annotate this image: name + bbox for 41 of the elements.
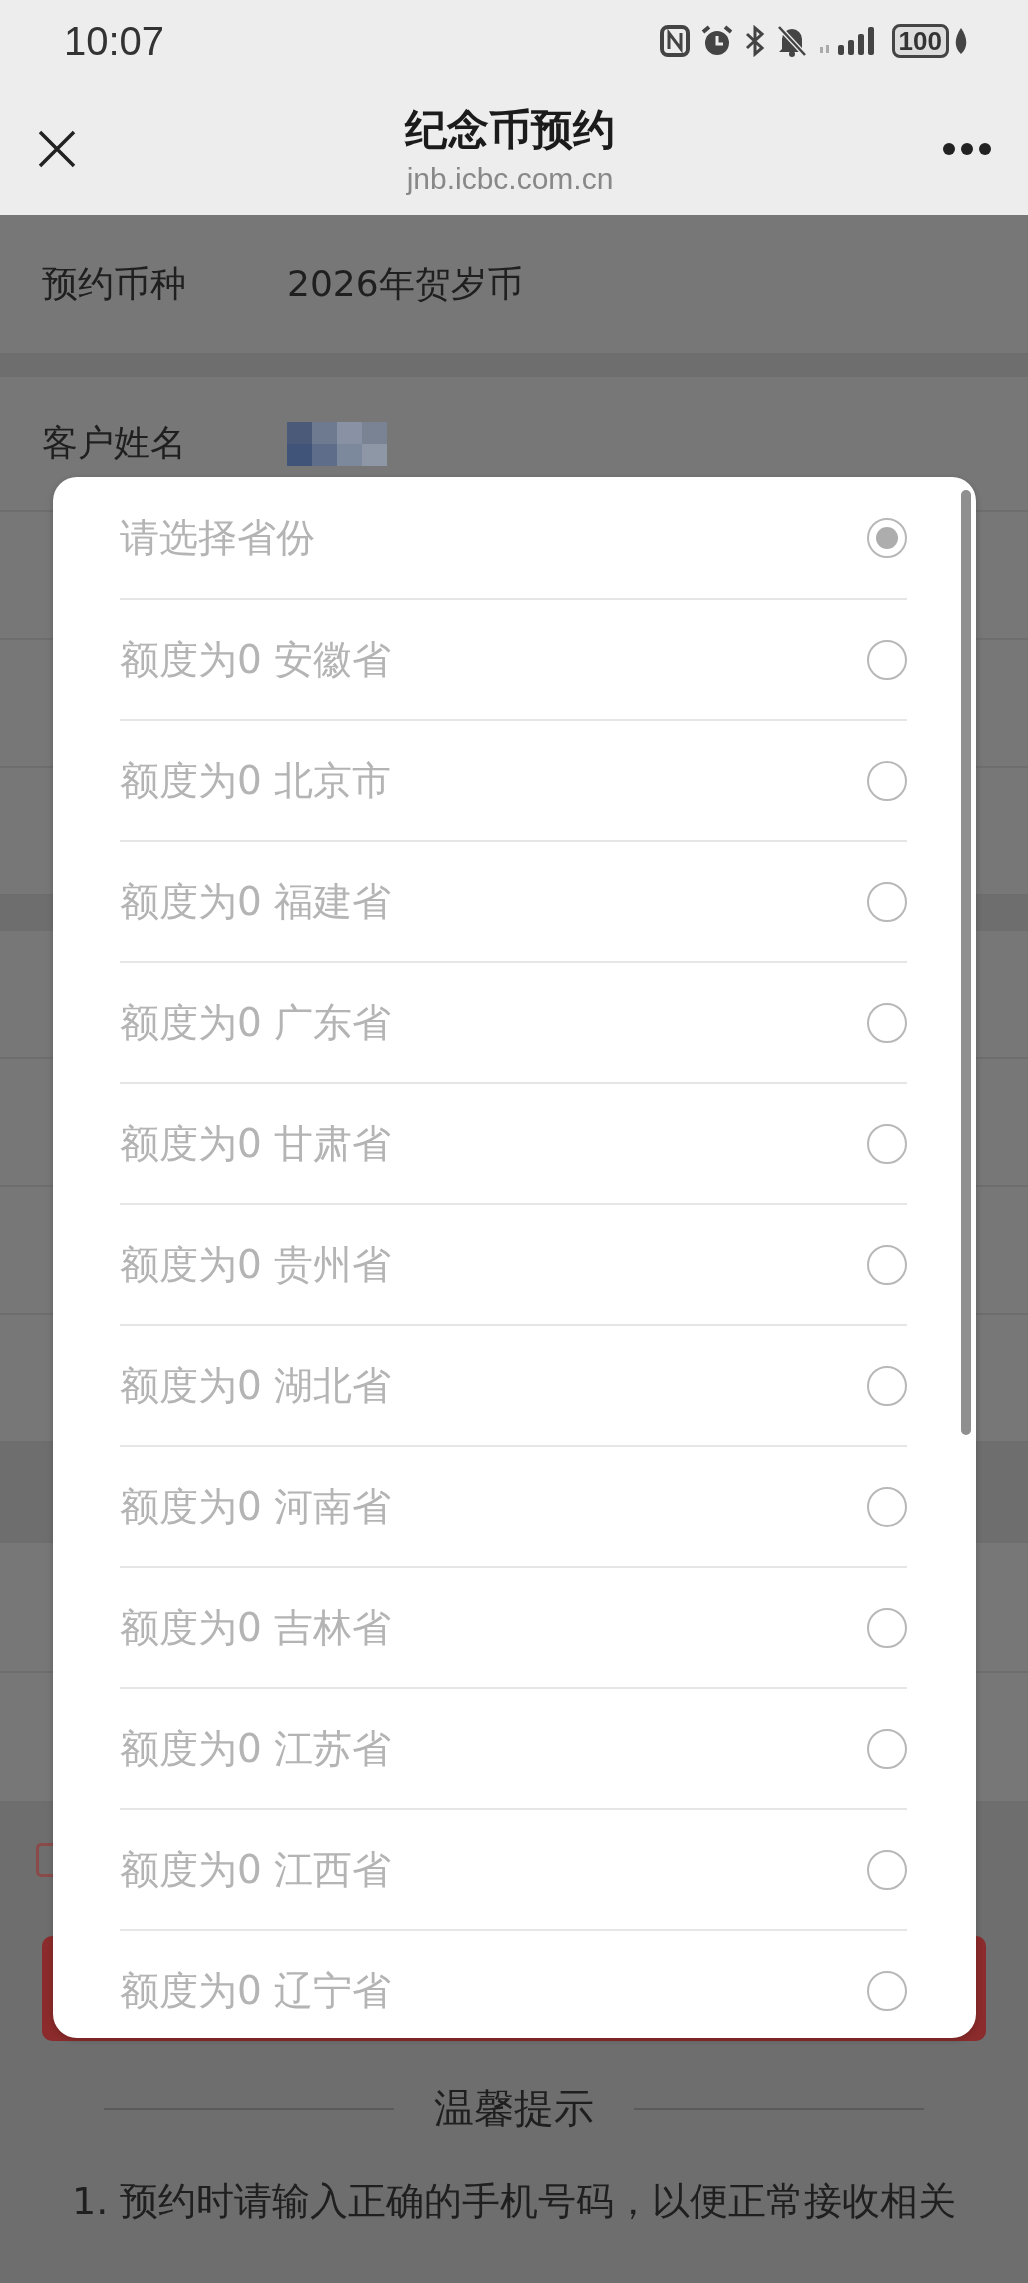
province-option[interactable]: 额度为0 贵州省 <box>120 1237 867 1292</box>
radio-button[interactable] <box>867 1002 907 1043</box>
radio-button[interactable] <box>867 517 907 558</box>
radio-button[interactable] <box>867 760 907 801</box>
tip-text: 1. 预约时请输入正确的手机号码，以便正常接收相关 <box>72 2178 957 2225</box>
page-url: jnb.icbc.com.cn <box>406 161 614 196</box>
page-title: 纪念币预约 <box>405 103 615 156</box>
nfc-icon <box>659 25 690 57</box>
radio-button[interactable] <box>867 1728 907 1769</box>
province-option[interactable]: 额度为0 福建省 <box>120 874 867 929</box>
more-icon <box>942 141 992 156</box>
battery-level: 100 <box>891 24 949 58</box>
bell-muted-icon <box>775 24 808 58</box>
radio-button[interactable] <box>867 1244 907 1285</box>
status-time: 10:07 <box>64 18 166 64</box>
radio-button[interactable] <box>867 1123 907 1164</box>
radio-button[interactable] <box>867 1849 907 1890</box>
province-option[interactable]: 额度为0 甘肃省 <box>120 1116 867 1171</box>
tips-title: 温馨提示 <box>434 2084 594 2133</box>
radio-button[interactable] <box>867 639 907 680</box>
field-value: 2026年贺岁币 <box>287 261 523 306</box>
province-option[interactable]: 额度为0 广东省 <box>120 995 867 1050</box>
radio-button[interactable] <box>867 1970 907 2011</box>
province-option[interactable]: 额度为0 江西省 <box>120 1842 867 1897</box>
field-label: 客户姓名 <box>42 421 187 465</box>
province-option[interactable]: 额度为0 江苏省 <box>120 1721 867 1776</box>
scrollbar[interactable] <box>961 490 971 1435</box>
province-option[interactable]: 额度为0 北京市 <box>120 753 867 808</box>
province-option[interactable]: 额度为0 吉林省 <box>120 1600 867 1655</box>
field-label: 预约币种 <box>42 261 187 306</box>
radio-button[interactable] <box>867 1365 907 1406</box>
province-option[interactable]: 额度为0 湖北省 <box>120 1358 867 1413</box>
radio-button[interactable] <box>867 1607 907 1648</box>
province-option[interactable]: 请选择省份 <box>120 510 867 565</box>
bluetooth-icon <box>743 25 766 57</box>
radio-button[interactable] <box>867 1486 907 1527</box>
province-option[interactable]: 额度为0 辽宁省 <box>120 1963 867 2018</box>
alarm-icon <box>699 24 734 58</box>
province-option[interactable]: 额度为0 河南省 <box>120 1479 867 1534</box>
province-option[interactable]: 额度为0 安徽省 <box>120 632 867 687</box>
radio-button[interactable] <box>867 881 907 922</box>
